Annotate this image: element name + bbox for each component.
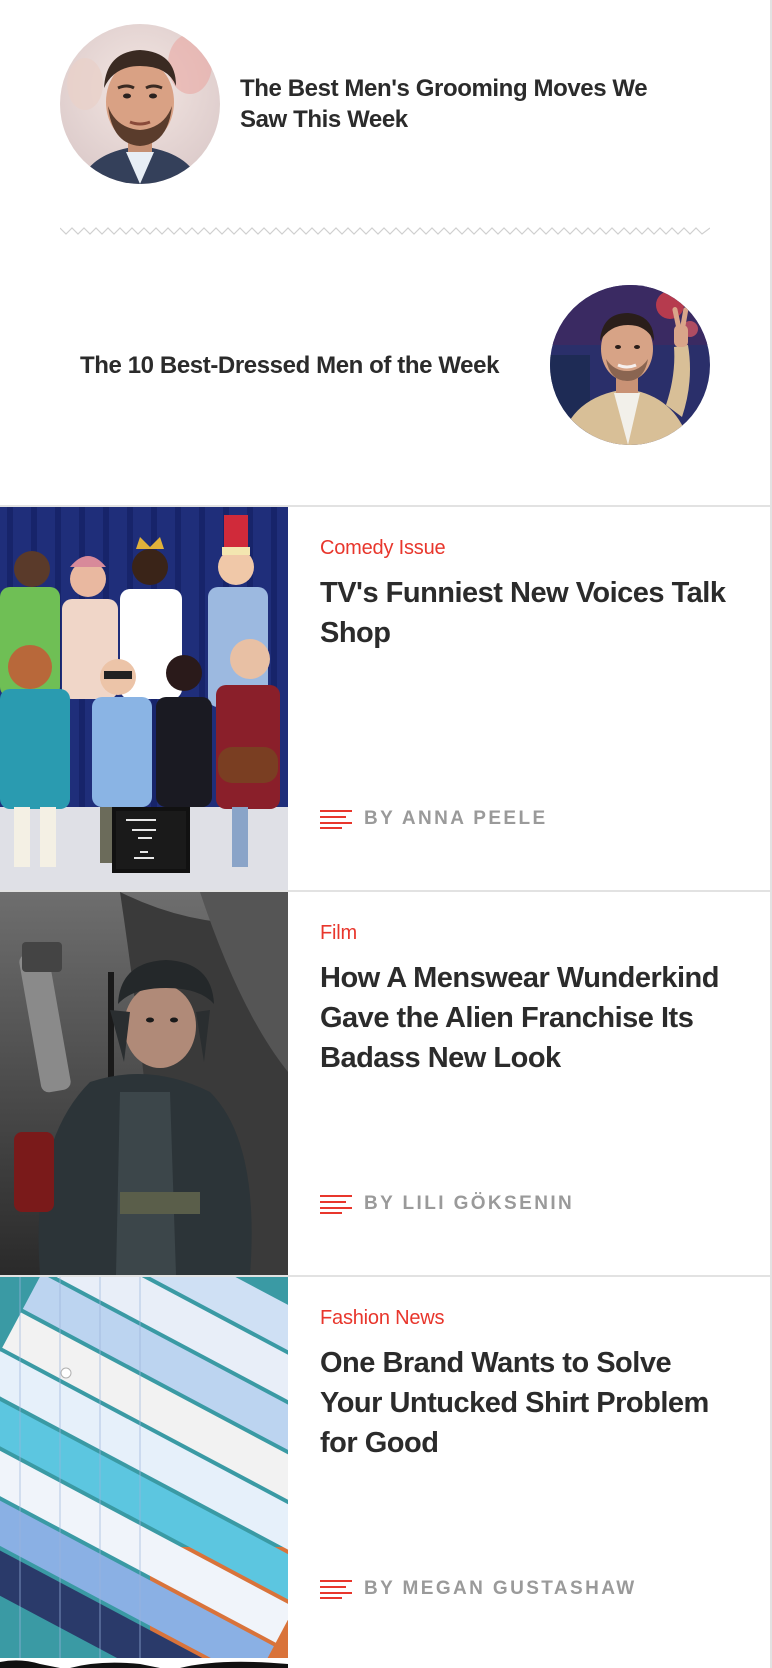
folded-shirts-image[interactable] [0, 1277, 288, 1668]
zigzag-divider [60, 227, 710, 235]
next-article-image-edge [0, 1658, 288, 1668]
article-content: Comedy Issue TV's Funniest New Voices Ta… [320, 507, 740, 890]
man-portrait-image[interactable] [550, 285, 710, 445]
byline[interactable]: BY MEGAN GUSTASHAW [320, 1577, 637, 1601]
article-content: Film How A Menswear Wunderkind Gave the … [320, 892, 740, 1275]
article-headline[interactable]: How A Menswear Wunderkind Gave the Alien… [320, 958, 740, 1078]
byline-author[interactable]: BY MEGAN GUSTASHAW [364, 1578, 637, 1600]
feature-title[interactable]: The Best Men's Grooming Moves We Saw Thi… [240, 73, 680, 135]
feature-item-best-dressed[interactable]: The 10 Best-Dressed Men of the Week [0, 250, 770, 505]
feature-item-grooming[interactable]: The Best Men's Grooming Moves We Saw Thi… [0, 0, 770, 220]
category-label[interactable]: Film [320, 922, 357, 945]
article-card[interactable]: Film How A Menswear Wunderkind Gave the … [0, 890, 770, 1275]
byline-author[interactable]: BY ANNA PEELE [364, 808, 548, 830]
article-card[interactable]: Fashion News One Brand Wants to Solve Yo… [0, 1275, 770, 1668]
article-card[interactable]: Comedy Issue TV's Funniest New Voices Ta… [0, 505, 770, 890]
lines-icon [320, 1580, 352, 1599]
article-content: Fashion News One Brand Wants to Solve Yo… [320, 1277, 740, 1660]
article-headline[interactable]: TV's Funniest New Voices Talk Shop [320, 573, 740, 653]
category-label[interactable]: Fashion News [320, 1307, 445, 1330]
category-label[interactable]: Comedy Issue [320, 537, 446, 560]
film-still-jacket-image[interactable] [0, 892, 288, 1275]
byline[interactable]: BY ANNA PEELE [320, 807, 548, 831]
man-portrait-image[interactable] [60, 24, 220, 184]
article-headline[interactable]: One Brand Wants to Solve Your Untucked S… [320, 1343, 740, 1463]
article-feed: The Best Men's Grooming Moves We Saw Thi… [0, 0, 772, 1668]
lines-icon [320, 810, 352, 829]
byline-author[interactable]: BY LILI GÖKSENIN [364, 1193, 574, 1215]
feature-title[interactable]: The 10 Best-Dressed Men of the Week [80, 350, 540, 381]
byline[interactable]: BY LILI GÖKSENIN [320, 1192, 574, 1216]
group-photo-comedians-image[interactable] [0, 507, 288, 890]
lines-icon [320, 1195, 352, 1214]
